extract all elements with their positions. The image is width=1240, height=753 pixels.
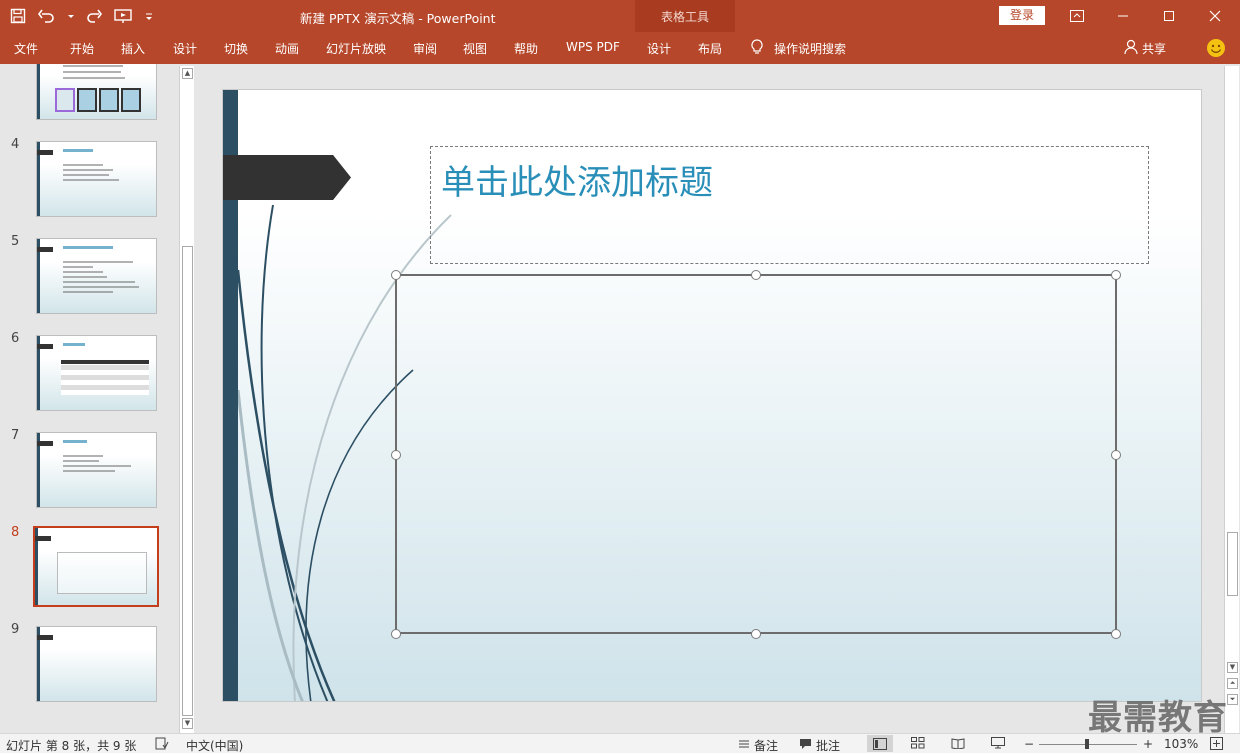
next-slide-icon[interactable]: ⏷ bbox=[1227, 694, 1238, 705]
fit-slide-icon[interactable] bbox=[1210, 737, 1223, 750]
reading-view-icon[interactable] bbox=[951, 737, 965, 749]
tab-review[interactable]: 审阅 bbox=[413, 40, 437, 57]
language-indicator[interactable]: 中文(中国) bbox=[186, 737, 243, 753]
document-title: 新建 PPTX 演示文稿 - PowerPoint bbox=[300, 11, 496, 26]
resize-handle-top[interactable] bbox=[751, 270, 761, 280]
slide-thumbnail-7[interactable] bbox=[36, 432, 157, 508]
undo-icon[interactable] bbox=[38, 8, 56, 24]
thumbnail-scroll-thumb[interactable] bbox=[182, 246, 193, 716]
slide-sorter-icon[interactable] bbox=[911, 737, 925, 749]
tab-transitions[interactable]: 切换 bbox=[224, 40, 248, 57]
comments-button[interactable]: 批注 bbox=[799, 737, 840, 753]
login-button[interactable]: 登录 bbox=[999, 6, 1045, 25]
person-icon bbox=[1124, 39, 1138, 58]
slide-number-5: 5 bbox=[11, 234, 20, 249]
start-from-beginning-icon[interactable] bbox=[114, 8, 132, 24]
tab-help[interactable]: 帮助 bbox=[514, 40, 538, 57]
feedback-smiley-icon[interactable] bbox=[1207, 39, 1225, 57]
slide-number-6: 6 bbox=[11, 331, 20, 346]
resize-handle-left[interactable] bbox=[391, 450, 401, 460]
customize-qat-icon[interactable] bbox=[144, 8, 154, 24]
notes-icon bbox=[738, 738, 750, 753]
maximize-icon[interactable] bbox=[1146, 0, 1192, 32]
slide-thumbnail-6[interactable] bbox=[36, 335, 157, 411]
table-tools-label: 表格工具 bbox=[660, 10, 709, 24]
slide-thumbnail-8[interactable] bbox=[33, 526, 159, 607]
share-button[interactable]: 共享 bbox=[1124, 39, 1166, 58]
minimize-icon[interactable] bbox=[1100, 0, 1146, 32]
notes-button[interactable]: 备注 bbox=[738, 737, 778, 753]
thumbnail-scrollbar[interactable]: ▲ ▼ bbox=[179, 66, 194, 733]
slide-number-9: 9 bbox=[11, 622, 20, 637]
scroll-up-icon[interactable]: ▲ bbox=[182, 68, 193, 79]
comments-label: 批注 bbox=[816, 739, 841, 753]
undo-dropdown-icon[interactable] bbox=[68, 8, 74, 24]
resize-handle-top-left[interactable] bbox=[391, 270, 401, 280]
tab-design[interactable]: 设计 bbox=[173, 40, 197, 57]
resize-handle-top-right[interactable] bbox=[1111, 270, 1121, 280]
slide-number-7: 7 bbox=[11, 428, 20, 443]
scroll-down-icon[interactable]: ▼ bbox=[182, 718, 193, 729]
zoom-out-button[interactable]: − bbox=[1024, 737, 1034, 751]
save-icon[interactable] bbox=[10, 8, 26, 24]
status-bar: 幻灯片 第 8 张，共 9 张 中文(中国) 备注 批注 − + 103% bbox=[0, 733, 1240, 753]
watermark: 最需教育 bbox=[1088, 698, 1228, 738]
tab-insert[interactable]: 插入 bbox=[121, 40, 145, 57]
comment-icon bbox=[799, 738, 812, 753]
slideshow-view-icon[interactable] bbox=[991, 737, 1005, 749]
redo-icon[interactable] bbox=[86, 8, 102, 24]
title-placeholder-text: 单击此处添加标题 bbox=[441, 163, 713, 203]
slide-number-4: 4 bbox=[11, 137, 20, 152]
resize-handle-right[interactable] bbox=[1111, 450, 1121, 460]
slide-thumbnail-3[interactable] bbox=[36, 64, 157, 120]
table-selection-frame[interactable] bbox=[395, 274, 1117, 634]
resize-handle-bottom-left[interactable] bbox=[391, 629, 401, 639]
resize-handle-bottom-right[interactable] bbox=[1111, 629, 1121, 639]
tab-animations[interactable]: 动画 bbox=[275, 40, 299, 57]
slide-thumbnail-5[interactable] bbox=[36, 238, 157, 314]
tab-view[interactable]: 视图 bbox=[463, 40, 487, 57]
normal-view-icon[interactable] bbox=[867, 735, 893, 752]
slide-thumbnail-pane: 4 5 6 7 8 9 ▲ ▼ bbox=[0, 64, 196, 733]
slide-count: 幻灯片 第 8 张，共 9 张 bbox=[6, 739, 137, 753]
tell-me-search[interactable]: 操作说明搜索 bbox=[750, 39, 846, 58]
tab-file[interactable]: 文件 bbox=[14, 40, 38, 57]
scroll-down-icon[interactable]: ▼ bbox=[1227, 662, 1238, 673]
slide-arrow-banner bbox=[223, 155, 351, 200]
slide-number-8: 8 bbox=[11, 525, 20, 540]
title-placeholder[interactable]: 单击此处添加标题 bbox=[430, 146, 1149, 264]
ribbon-display-options-icon[interactable] bbox=[1054, 0, 1100, 32]
slide-scrollbar[interactable]: ▼ ⏶ ⏷ bbox=[1224, 66, 1239, 733]
slide-thumbnail-4[interactable] bbox=[36, 141, 157, 217]
tab-table-design[interactable]: 设计 bbox=[647, 40, 671, 57]
spell-check-icon[interactable] bbox=[155, 737, 169, 750]
tab-table-layout[interactable]: 布局 bbox=[698, 40, 722, 57]
zoom-slider-thumb[interactable] bbox=[1085, 739, 1089, 749]
quick-access-toolbar bbox=[10, 6, 154, 26]
slide-scroll-thumb[interactable] bbox=[1227, 532, 1238, 596]
resize-handle-bottom[interactable] bbox=[751, 629, 761, 639]
tell-me-label: 操作说明搜索 bbox=[774, 42, 847, 56]
tab-home[interactable]: 开始 bbox=[70, 40, 94, 57]
slide-thumbnail-9[interactable] bbox=[36, 626, 157, 702]
close-icon[interactable] bbox=[1192, 0, 1238, 32]
zoom-level[interactable]: 103% bbox=[1164, 737, 1198, 751]
previous-slide-icon[interactable]: ⏶ bbox=[1227, 678, 1238, 689]
share-label: 共享 bbox=[1142, 42, 1167, 56]
tab-wps-pdf[interactable]: WPS PDF bbox=[566, 40, 620, 54]
ribbon-tab-bar: 文件 开始 插入 设计 切换 动画 幻灯片放映 审阅 视图 帮助 WPS PDF… bbox=[0, 32, 1240, 64]
lightbulb-icon bbox=[750, 39, 764, 58]
notes-label: 备注 bbox=[754, 739, 779, 753]
slide-canvas: 单击此处添加标题 bbox=[222, 89, 1202, 702]
zoom-in-button[interactable]: + bbox=[1143, 737, 1153, 751]
tab-slideshow[interactable]: 幻灯片放映 bbox=[326, 40, 386, 57]
